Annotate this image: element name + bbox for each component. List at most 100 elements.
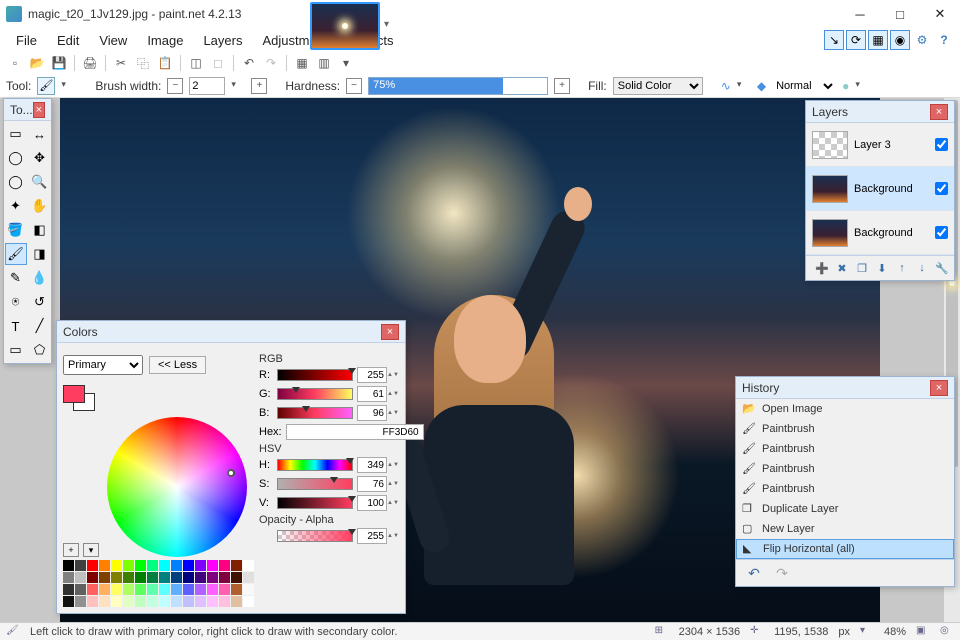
colors-window-icon[interactable]: ◉ [890, 30, 910, 50]
brushwidth-increase[interactable]: + [251, 78, 267, 94]
unit-drop-icon[interactable]: ▾ [860, 625, 874, 639]
tool-rectangle[interactable]: ▭ [5, 339, 27, 361]
overwrite-drop-icon[interactable]: ▾ [855, 79, 869, 93]
tool-colorpicker[interactable]: 💧 [29, 267, 51, 289]
palette-color[interactable] [111, 560, 122, 571]
palette-color[interactable] [87, 560, 98, 571]
palette-color[interactable] [243, 572, 254, 583]
palette-color[interactable] [63, 560, 74, 571]
tool-shapes[interactable]: ⬠ [29, 339, 51, 361]
palette-color[interactable] [171, 560, 182, 571]
layer-props-icon[interactable]: 🔧 [933, 259, 951, 277]
palette-color[interactable] [147, 572, 158, 583]
palette-color[interactable] [111, 572, 122, 583]
palette-color[interactable] [183, 584, 194, 595]
tool-lasso[interactable]: ◯ [5, 147, 27, 169]
palette-color[interactable] [195, 596, 206, 607]
palette-color[interactable] [171, 584, 182, 595]
crop-icon[interactable]: ◫ [187, 54, 205, 72]
redo-icon[interactable]: ↷ [262, 54, 280, 72]
palette-color[interactable] [243, 560, 254, 571]
tools-panel-close[interactable]: × [33, 102, 45, 118]
color-wheel[interactable] [107, 417, 247, 557]
history-redo-icon[interactable]: ↷ [772, 564, 792, 582]
chevron-down-icon[interactable]: ▾ [384, 19, 398, 33]
palette-color[interactable] [135, 584, 146, 595]
blend-select[interactable]: Normal [772, 77, 836, 95]
palette-color[interactable] [195, 560, 206, 571]
brushwidth-decrease[interactable]: − [167, 78, 183, 94]
palette-color[interactable] [147, 560, 158, 571]
palette-color[interactable] [99, 584, 110, 595]
palette-color[interactable] [231, 572, 242, 583]
blend-icon[interactable]: ◆ [757, 79, 766, 93]
tool-eraser[interactable]: ◨ [29, 243, 51, 265]
color-mode-select[interactable]: Primary [63, 355, 143, 375]
palette-color[interactable] [111, 584, 122, 595]
antialias-icon[interactable]: ∿ [721, 79, 731, 93]
history-row[interactable]: ❐Duplicate Layer [736, 499, 954, 519]
palette-color[interactable] [183, 572, 194, 583]
r-input[interactable] [357, 367, 387, 383]
layer-up-icon[interactable]: ↑ [893, 259, 911, 277]
a-slider[interactable] [277, 530, 353, 542]
palette-color[interactable] [63, 572, 74, 583]
a-input[interactable] [357, 528, 387, 544]
h-slider[interactable] [277, 459, 353, 471]
palette-color[interactable] [123, 584, 134, 595]
palette-color[interactable] [207, 560, 218, 571]
palette-color[interactable] [231, 560, 242, 571]
menu-image[interactable]: Image [137, 30, 193, 51]
layer-down-icon[interactable]: ↓ [913, 259, 931, 277]
settings-icon[interactable]: ⚙ [912, 30, 932, 50]
history-row[interactable]: 🖌Paintbrush [736, 459, 954, 479]
palette-color[interactable] [183, 596, 194, 607]
palette-color[interactable] [159, 596, 170, 607]
tool-move-sel[interactable]: ↔ [29, 123, 51, 145]
tool-ellipse-select[interactable]: ◯ [5, 171, 27, 193]
g-slider[interactable] [277, 388, 353, 400]
deselect-icon[interactable]: ◻ [209, 54, 227, 72]
palette-color[interactable] [135, 560, 146, 571]
tool-paintbrush[interactable]: 🖌 [5, 243, 27, 265]
layer-row[interactable]: Background [806, 167, 954, 211]
undo-icon[interactable]: ↶ [240, 54, 258, 72]
palette-color[interactable] [75, 596, 86, 607]
antialias-drop-icon[interactable]: ▾ [737, 79, 751, 93]
palette-color[interactable] [99, 560, 110, 571]
overwrite-icon[interactable]: ● [842, 79, 849, 93]
hardness-decrease[interactable]: − [346, 78, 362, 94]
palette-color[interactable] [123, 572, 134, 583]
palette-color[interactable] [231, 584, 242, 595]
layers-panel-close[interactable]: × [930, 104, 948, 120]
s-slider[interactable] [277, 478, 353, 490]
hardness-slider[interactable]: 75% [368, 77, 548, 95]
wheel-handle[interactable] [227, 469, 235, 477]
v-slider[interactable] [277, 497, 353, 509]
brushwidth-input[interactable] [189, 77, 225, 95]
palette-color[interactable] [243, 596, 254, 607]
tool-gradient[interactable]: ◧ [29, 219, 51, 241]
palette-color[interactable] [219, 596, 230, 607]
s-input[interactable] [357, 476, 387, 492]
history-row[interactable]: ▢New Layer [736, 519, 954, 539]
history-row[interactable]: 🖌Paintbrush [736, 439, 954, 459]
palette-color[interactable] [87, 596, 98, 607]
r-slider[interactable] [277, 369, 353, 381]
tool-dropdown-icon[interactable]: ▾ [61, 79, 75, 93]
palette-color[interactable] [75, 572, 86, 583]
tool-recolor[interactable]: ↺ [29, 291, 51, 313]
fit-actual-icon[interactable]: ◎ [940, 625, 954, 639]
palette-color[interactable] [123, 596, 134, 607]
palette-color[interactable] [183, 560, 194, 571]
b-slider[interactable] [277, 407, 353, 419]
history-row[interactable]: 🖌Paintbrush [736, 419, 954, 439]
menu-layers[interactable]: Layers [193, 30, 252, 51]
palette-add-icon[interactable]: + [63, 543, 79, 557]
cut-icon[interactable]: ✂ [112, 54, 130, 72]
current-tool-icon[interactable]: 🖌 [37, 77, 55, 95]
v-input[interactable] [357, 495, 387, 511]
minimize-button[interactable]: ─ [840, 0, 880, 28]
layer-row[interactable]: Layer 3 [806, 123, 954, 167]
fit-window-icon[interactable]: ▣ [916, 625, 930, 639]
